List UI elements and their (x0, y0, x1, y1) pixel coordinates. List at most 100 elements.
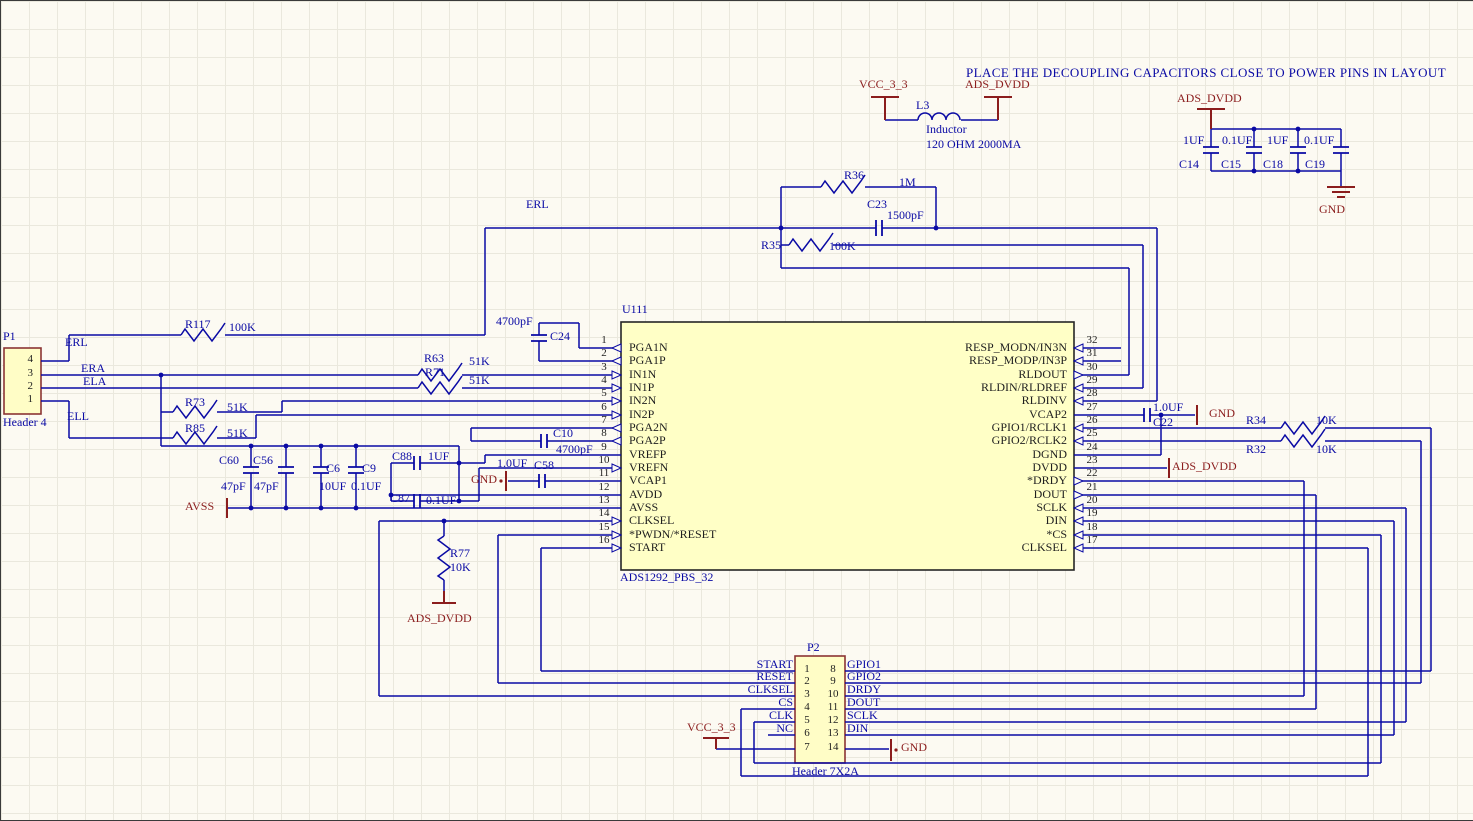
r34-value: 10K (1316, 413, 1337, 427)
r77-value: 10K (450, 560, 471, 574)
p2-left-label: CS (778, 695, 793, 709)
u111-pin-name: PGA2P (629, 433, 666, 447)
p1-pin-3: 3 (27, 367, 34, 379)
u111-pin-name: GPIO1/RCLK1 (991, 420, 1067, 434)
l3-ref: L3 (916, 98, 930, 112)
u111-pin-name: *CS (1046, 527, 1067, 541)
layout-note: PLACE THE DECOUPLING CAPACITORS CLOSE TO… (966, 65, 1447, 80)
c15-ref: C15 (1221, 157, 1242, 171)
u111-pin-num: 7 (601, 414, 607, 426)
u111-pin-num: 4 (601, 374, 607, 386)
erl-net-label: ERL (65, 335, 88, 349)
u111-pin-num: 21 (1086, 481, 1098, 493)
p2-pin-num: 3 (804, 688, 810, 700)
u111-pin-num: 30 (1086, 361, 1098, 373)
c88-value: 1UF (428, 449, 450, 463)
p2-pin-num: 14 (827, 741, 839, 753)
u111-pin-num: 12 (598, 481, 610, 493)
c23-value: 1500pF (887, 208, 924, 222)
u111-pin-num: 16 (598, 534, 610, 546)
c56-ref: C56 (253, 453, 274, 467)
r73-ref: R73 (185, 395, 206, 409)
u111-pin-name: PGA2N (629, 420, 668, 434)
p2-pin-num: 7 (804, 741, 810, 753)
r32-value: 10K (1316, 442, 1337, 456)
u111-pin-name: CLKSEL (629, 513, 675, 527)
u111-pin-num: 13 (598, 494, 610, 506)
u111-pin-num: 9 (601, 441, 607, 453)
u111-pin-name: GPIO2/RCLK2 (991, 433, 1067, 447)
u111-pin-num: 19 (1086, 507, 1098, 519)
u111-pin-num: 25 (1086, 427, 1098, 439)
r77-ref: R77 (450, 546, 471, 560)
u111-part: ADS1292_PBS_32 (620, 570, 714, 584)
p2-pin-num: 5 (804, 714, 810, 726)
c58-value: 1.0UF (497, 456, 528, 470)
p2-pin-num: 13 (827, 727, 839, 739)
c24-ref: C24 (550, 329, 571, 343)
ell-net-label: ELL (67, 409, 89, 423)
u111-pin-name: VCAP1 (629, 473, 668, 487)
c56-value: 47pF (254, 479, 279, 493)
r63-value: 51K (469, 354, 490, 368)
schematic-graphics (3, 96, 1432, 777)
r36-value: 1M (899, 175, 916, 189)
u111-pin-num: 5 (601, 387, 607, 399)
p1-type: Header 4 (3, 415, 47, 429)
p2-right-label: DOUT (847, 695, 881, 709)
u111-pin-name: PGA1N (629, 340, 668, 354)
u111-pin-name: CLKSEL (1021, 540, 1067, 554)
u111-pin-num: 1 (601, 334, 607, 346)
schematic-sheet: PLACE THE DECOUPLING CAPACITORS CLOSE TO… (0, 0, 1473, 821)
u111-pin-num: 18 (1086, 521, 1098, 533)
c10-ref: C10 (553, 426, 574, 440)
r36-ref: R36 (844, 168, 865, 182)
c60-value: 47pF (221, 479, 246, 493)
p2-pin-num: 12 (827, 714, 839, 726)
avss-label: AVSS (185, 499, 215, 513)
p2-pin-num: 2 (804, 675, 810, 687)
p2-right-label: GPIO2 (847, 669, 882, 683)
p2-right-label: SCLK (847, 708, 878, 722)
r71-value: 51K (469, 373, 490, 387)
p2-left-label: CLK (769, 708, 793, 722)
p2-right-label: DIN (847, 721, 869, 735)
u111-pin-num: 24 (1086, 441, 1098, 453)
c10-value: 4700pF (556, 442, 593, 456)
l3-desc: Inductor (926, 122, 967, 136)
c22-ref: C22 (1153, 415, 1174, 429)
p2-pin-num: 11 (827, 701, 839, 713)
u111-pin-name: IN2P (629, 407, 655, 421)
u111-ref: U111 (622, 302, 648, 316)
u111-pin-name: IN1P (629, 380, 655, 394)
l3-value: 120 OHM 2000MA (926, 137, 1022, 151)
c6-ref: C6 (326, 461, 341, 475)
c87-value: 0.1UF (426, 493, 457, 507)
u111-pin-num: 11 (598, 467, 610, 479)
c22-value: 1.0UF (1153, 400, 1184, 414)
r34-ref: R34 (1246, 413, 1267, 427)
u111-pin-num: 3 (601, 361, 607, 373)
r73-value: 51K (227, 400, 248, 414)
r63-ref: R63 (424, 351, 445, 365)
inductor-coil[interactable] (917, 112, 961, 121)
ads-dvdd-dvdd-label: ADS_DVDD (1172, 459, 1237, 473)
u111-pin-name: AVDD (629, 487, 663, 501)
r85-ref: R85 (185, 421, 206, 435)
c18-ref: C18 (1263, 157, 1284, 171)
c9-value: 0.1UF (351, 479, 382, 493)
u111-pin-name: DGND (1032, 447, 1067, 461)
u111-pin-num: 8 (601, 427, 607, 439)
u111-pin-name: SCLK (1036, 500, 1067, 514)
bank-gnd-label: GND (1319, 202, 1345, 216)
c14-ref: C14 (1179, 157, 1200, 171)
c60-ref: C60 (219, 453, 240, 467)
p2-left-label: CLKSEL (747, 682, 793, 696)
ads-dvdd-bank-label: ADS_DVDD (1177, 91, 1242, 105)
u111-pin-name: IN2N (629, 393, 657, 407)
c23-ref: C23 (867, 197, 888, 211)
p1-pin-4: 4 (27, 353, 34, 365)
p2-pin-num: 1 (804, 663, 810, 675)
u111-pin-num: 20 (1086, 494, 1098, 506)
c9-ref: C9 (362, 461, 377, 475)
